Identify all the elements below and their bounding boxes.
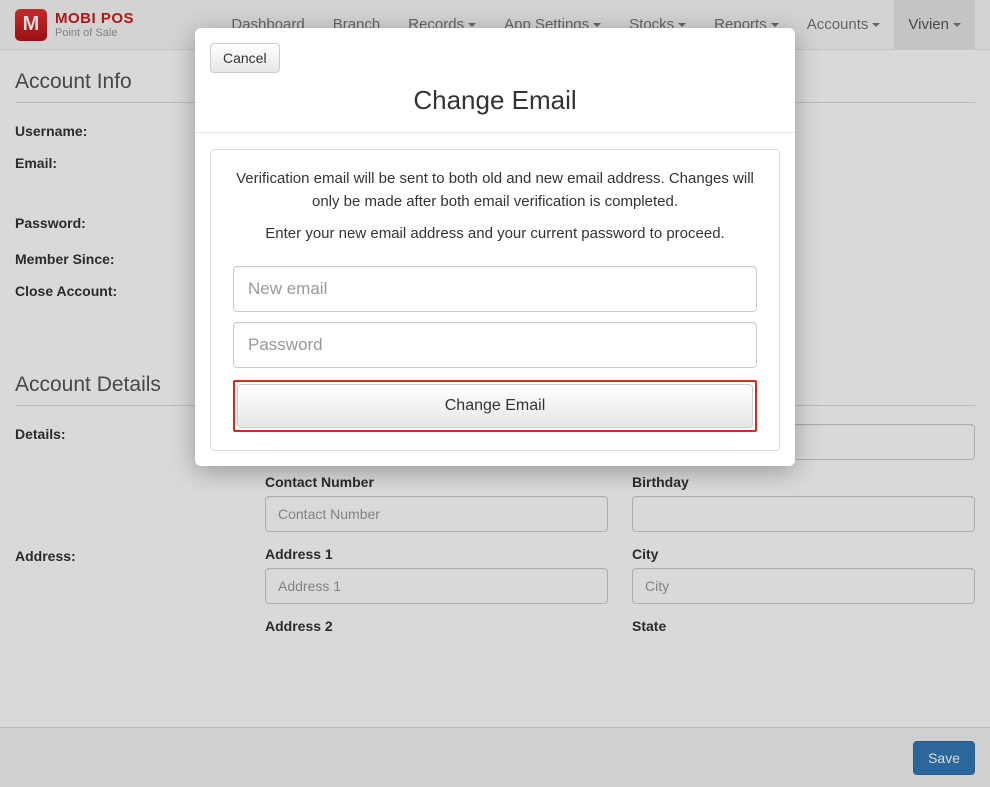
cancel-button[interactable]: Cancel <box>210 43 280 73</box>
change-email-button[interactable]: Change Email <box>237 384 753 428</box>
modal-title: Change Email <box>210 85 780 116</box>
change-email-modal: Cancel Change Email Verification email w… <box>195 28 795 466</box>
modal-overlay: Cancel Change Email Verification email w… <box>0 0 990 787</box>
divider <box>195 132 795 133</box>
modal-message-1: Verification email will be sent to both … <box>233 168 757 213</box>
new-email-input[interactable] <box>233 266 757 312</box>
password-input[interactable] <box>233 322 757 368</box>
modal-message-2: Enter your new email address and your cu… <box>233 223 757 246</box>
change-email-highlight: Change Email <box>233 380 757 432</box>
